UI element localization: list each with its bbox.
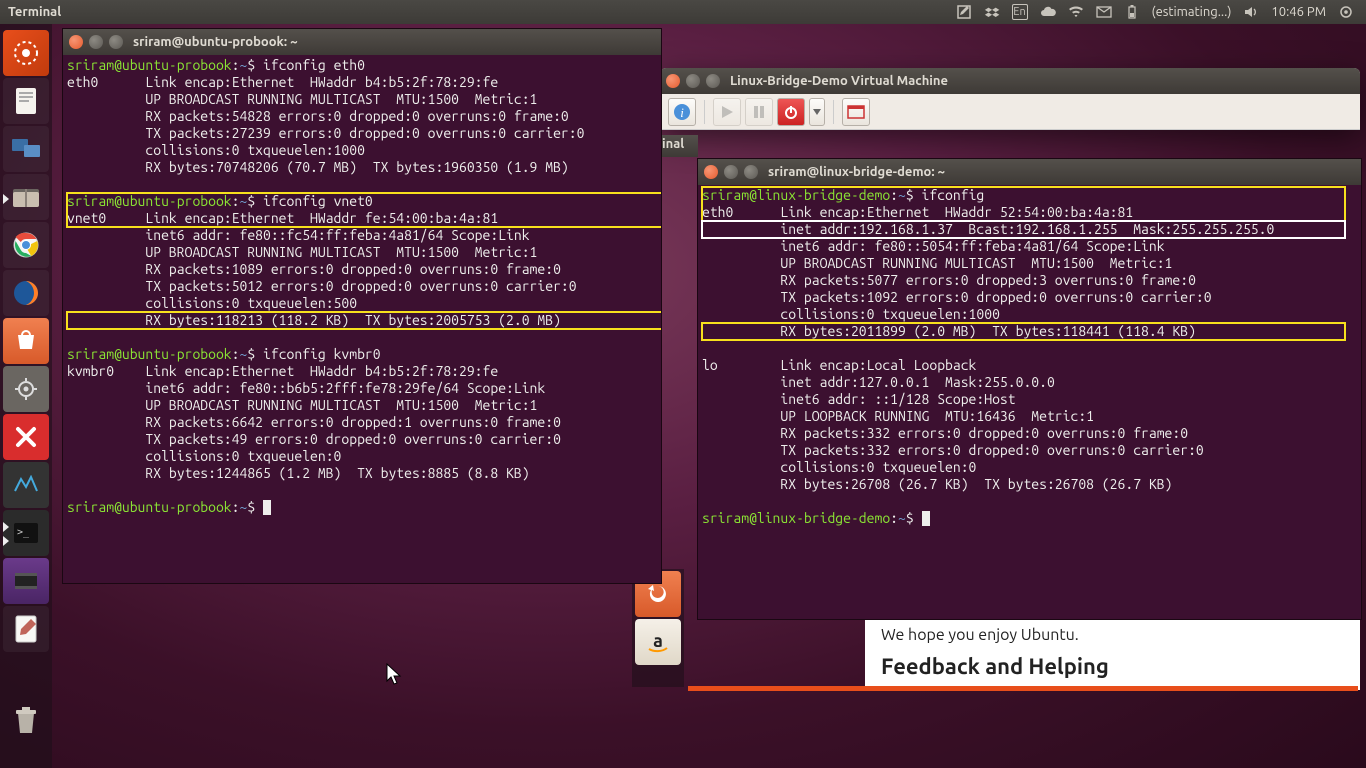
vm-power-button[interactable] xyxy=(777,98,805,126)
terminal-host[interactable]: sriram@ubuntu-probook: ~ sriram@ubuntu-p… xyxy=(62,28,662,584)
svg-text:i: i xyxy=(680,105,684,120)
launcher-files[interactable] xyxy=(3,174,49,220)
active-app-name: Terminal xyxy=(0,5,61,19)
launcher-displays[interactable] xyxy=(3,126,49,172)
terminal-host-maximize[interactable] xyxy=(109,35,123,49)
mouse-cursor-icon xyxy=(386,663,404,687)
compose-icon[interactable] xyxy=(956,4,972,20)
launcher-settings[interactable] xyxy=(3,366,49,412)
vm-play-button[interactable] xyxy=(713,98,741,126)
unity-launcher: >_ xyxy=(0,24,52,768)
terminal-guest-minimize[interactable] xyxy=(724,165,738,179)
terminal-guest-titlebar[interactable]: sriram@linux-bridge-demo: ~ xyxy=(698,159,1361,185)
terminal-host-titlebar[interactable]: sriram@ubuntu-probook: ~ xyxy=(63,29,661,55)
terminal-guest-title: sriram@linux-bridge-demo: ~ xyxy=(768,165,945,179)
svg-text:a: a xyxy=(653,631,663,651)
terminal-guest-maximize[interactable] xyxy=(744,165,758,179)
wifi-icon[interactable] xyxy=(1068,4,1084,20)
vm-inner-titlebar-fragment: inal xyxy=(660,135,698,157)
vm-titlebar[interactable]: Linux-Bridge-Demo Virtual Machine xyxy=(660,68,1360,94)
vm-manager-window: Linux-Bridge-Demo Virtual Machine i xyxy=(660,68,1360,130)
launcher-document[interactable] xyxy=(3,78,49,124)
dropbox-icon[interactable] xyxy=(984,4,1000,20)
terminal-guest-close[interactable] xyxy=(704,165,718,179)
volume-icon[interactable] xyxy=(1243,4,1259,20)
launcher-dash[interactable] xyxy=(3,30,49,76)
keyboard-lang-icon[interactable]: En xyxy=(1012,4,1028,20)
battery-icon[interactable] xyxy=(1124,4,1140,20)
mail-icon[interactable] xyxy=(1096,4,1112,20)
launcher-meld[interactable] xyxy=(3,462,49,508)
browser-bottom-border xyxy=(688,686,1358,691)
launcher-firefox[interactable] xyxy=(3,270,49,316)
vm-minimize-button[interactable] xyxy=(686,74,700,88)
launcher-video[interactable] xyxy=(3,558,49,604)
vm-maximize-button[interactable] xyxy=(706,74,720,88)
vm-toolbar: i xyxy=(660,94,1360,130)
terminal-host-body[interactable]: sriram@ubuntu-probook:~$ ifconfig eth0 e… xyxy=(63,55,661,518)
launcher-software-center[interactable] xyxy=(3,318,49,364)
vm-inner-launcher: a xyxy=(632,569,684,687)
top-panel: Terminal En (estimating...) 10:46 PM xyxy=(0,0,1366,24)
terminal-guest[interactable]: sriram@linux-bridge-demo: ~ sriram@linux… xyxy=(697,158,1362,620)
vm-window-title: Linux-Bridge-Demo Virtual Machine xyxy=(730,74,948,88)
launcher-gedit[interactable] xyxy=(3,606,49,652)
session-gear-icon[interactable] xyxy=(1338,4,1354,20)
launcher-remmina[interactable] xyxy=(3,414,49,460)
vm-fullscreen-button[interactable] xyxy=(842,98,870,126)
vm-close-button[interactable] xyxy=(666,74,680,88)
vm-power-dropdown[interactable] xyxy=(809,98,825,126)
launcher-chrome[interactable] xyxy=(3,222,49,268)
terminal-host-close[interactable] xyxy=(69,35,83,49)
vm-launcher-amazon[interactable]: a xyxy=(635,619,681,665)
launcher-trash[interactable] xyxy=(3,698,49,744)
browser-text-line: We hope you enjoy Ubuntu. xyxy=(881,626,1344,644)
terminal-guest-body[interactable]: sriram@linux-bridge-demo:~$ ifconfig eth… xyxy=(698,185,1361,529)
terminal-host-title: sriram@ubuntu-probook: ~ xyxy=(133,35,298,49)
vm-info-button[interactable]: i xyxy=(668,98,696,126)
clock[interactable]: 10:46 PM xyxy=(1271,5,1326,19)
browser-page-content: We hope you enjoy Ubuntu. Feedback and H… xyxy=(865,612,1360,690)
launcher-terminal[interactable]: >_ xyxy=(3,510,49,556)
vm-pause-button[interactable] xyxy=(745,98,773,126)
svg-text:>_: >_ xyxy=(17,527,30,538)
cloud-icon[interactable] xyxy=(1040,4,1056,20)
battery-text[interactable]: (estimating...) xyxy=(1152,5,1232,19)
browser-heading: Feedback and Helping xyxy=(881,654,1344,679)
terminal-host-minimize[interactable] xyxy=(89,35,103,49)
